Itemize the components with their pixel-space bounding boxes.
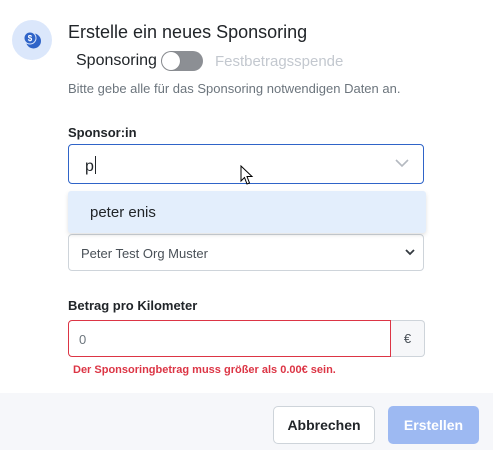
svg-text:$: $ (28, 34, 33, 43)
sponsoring-type-toggle[interactable]: Sponsoring Festbetragsspende (76, 50, 343, 72)
amount-placeholder: 0 (79, 332, 87, 347)
mouse-cursor-icon (240, 165, 254, 185)
currency-addon: € (391, 320, 425, 357)
amount-label: Betrag pro Kilometer (68, 298, 198, 313)
coins-icon: $ (23, 31, 41, 49)
sponsoring-coins-icon-badge: $ (12, 20, 52, 60)
chevron-down-icon[interactable] (395, 159, 409, 168)
cancel-button[interactable]: Abbrechen (273, 406, 375, 444)
dialog-title: Erstelle ein neues Sponsoring (68, 22, 308, 42)
text-caret (94, 156, 96, 174)
create-button[interactable]: Erstellen (388, 406, 479, 444)
amount-error-message: Der Sponsoringbetrag muss größer als 0.0… (73, 364, 336, 376)
switch-knob (161, 52, 180, 70)
toggle-label-festbetragsspende[interactable]: Festbetragsspende (215, 53, 343, 70)
dialog-subtitle: Bitte gebe alle für das Sponsoring notwe… (68, 81, 401, 96)
type-switch[interactable] (160, 51, 203, 71)
sponsor-search-input[interactable]: p (85, 156, 96, 176)
toggle-label-sponsoring[interactable]: Sponsoring (76, 52, 157, 70)
sponsor-suggestion-list: peter enis (68, 191, 426, 233)
sponsor-input-value: p (85, 158, 94, 175)
suggestion-item[interactable]: peter enis (90, 204, 156, 221)
amount-input[interactable]: 0 (68, 320, 391, 357)
organization-select[interactable]: Peter Test Org Muster (68, 234, 424, 271)
sponsor-label: Sponsor:in (68, 125, 137, 140)
organization-select-value: Peter Test Org Muster (81, 246, 208, 261)
chevron-down-icon (405, 249, 415, 256)
